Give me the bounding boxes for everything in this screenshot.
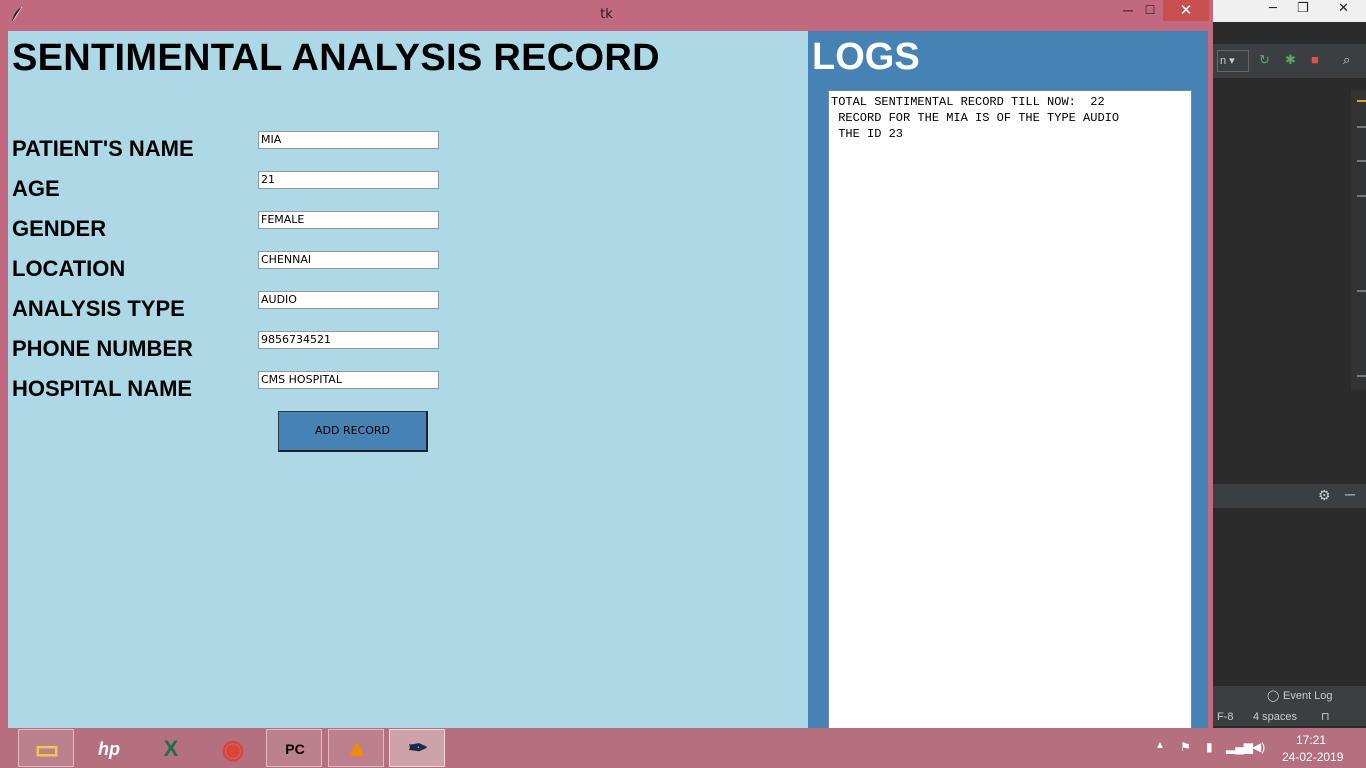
age-input[interactable]: 21 — [258, 171, 439, 189]
analysis-type-input[interactable]: AUDIO — [258, 291, 439, 309]
analysis-type-label: ANALYSIS TYPE — [12, 296, 185, 321]
add-record-button[interactable]: ADD RECORD — [278, 411, 428, 452]
ide-minimize-icon[interactable]: ─ — [1269, 1, 1277, 16]
clock-date[interactable]: 24-02-2019 — [1282, 750, 1343, 764]
logs-panel: LOGS TOTAL SENTIMENTAL RECORD TILL NOW: … — [808, 31, 1208, 731]
vlc-icon: ▲ — [345, 735, 369, 762]
window-title: tk — [600, 7, 613, 22]
gender-input[interactable]: FEMALE — [258, 211, 439, 229]
ide-status-bar: ◯ Event Log F-8 4 spaces ⊓ — [1213, 686, 1366, 726]
gender-label: GENDER — [12, 216, 107, 241]
ide-tool-panel-header: ⚙ ─ — [1213, 484, 1366, 508]
taskbar-tk[interactable]: ✒ — [389, 729, 445, 767]
hospital-name-label: HOSPITAL NAME — [12, 376, 193, 401]
file-explorer-icon: ▭ — [34, 734, 60, 764]
taskbar-file-explorer[interactable]: ▭ — [18, 729, 74, 767]
pycharm-icon: PC — [285, 741, 305, 757]
warning-marker — [1357, 100, 1366, 102]
age-label: AGE — [12, 176, 60, 201]
search-icon[interactable]: ⌕ — [1343, 52, 1350, 68]
event-log-link[interactable]: Event Log — [1283, 690, 1333, 702]
window-titlebar[interactable]: tk ─ ☐ ✕ — [0, 0, 1213, 30]
log-line: THE ID 23 — [831, 127, 904, 141]
ide-titlebar: ─ ❐ ✕ — [1213, 0, 1366, 22]
location-input[interactable]: CHENNAI — [258, 251, 439, 269]
battery-icon[interactable]: ▮ — [1206, 740, 1213, 754]
editor-scroll-gutter[interactable] — [1351, 90, 1366, 390]
run-config-label: n — [1220, 55, 1227, 67]
phone-number-input[interactable]: 9856734521 — [258, 331, 439, 349]
volume-icon[interactable]: ◀) — [1252, 740, 1265, 754]
taskbar-excel[interactable]: X — [142, 729, 198, 767]
phone-number-label: PHONE NUMBER — [12, 336, 193, 361]
encoding-label[interactable]: F-8 — [1217, 711, 1234, 723]
network-icon[interactable]: ▂▄▆ — [1226, 740, 1253, 754]
patient-name-label: PATIENT'S NAME — [12, 136, 194, 161]
record-form-panel: SENTIMENTAL ANALYSIS RECORD PATIENT'S NA… — [8, 31, 808, 731]
gutter-marker — [1357, 160, 1366, 162]
log-line: RECORD FOR THE MIA IS OF THE TYPE AUDIO — [831, 111, 1120, 125]
debug-icon[interactable]: ✱ — [1285, 52, 1296, 68]
rerun-icon[interactable]: ↻ — [1259, 52, 1270, 68]
hp-icon: hp — [98, 739, 120, 759]
hide-panel-icon[interactable]: ─ — [1345, 486, 1355, 502]
taskbar: ▭ hp X ◉ PC ▲ ✒ ▲ ⚑ ▮ ▂▄▆ ◀) 17:21 24-02… — [0, 728, 1366, 768]
tk-window: tk ─ ☐ ✕ SENTIMENTAL ANALYSIS RECORD PAT… — [0, 0, 1213, 731]
event-log-icon: ◯ — [1267, 690, 1280, 702]
taskbar-chrome[interactable]: ◉ — [204, 729, 260, 767]
clock-time[interactable]: 17:21 — [1296, 733, 1326, 747]
excel-icon: X — [163, 736, 179, 761]
run-config-combo[interactable]: n ▾ — [1217, 50, 1249, 72]
hospital-name-input[interactable]: CMS HOSPITAL — [258, 371, 439, 389]
show-hidden-icons-icon[interactable]: ▲ — [1155, 740, 1165, 751]
indent-label[interactable]: 4 spaces — [1253, 711, 1297, 723]
logs-title: LOGS — [812, 36, 920, 78]
page-title: SENTIMENTAL ANALYSIS RECORD — [12, 37, 660, 79]
tk-feather-icon: ✒ — [407, 735, 429, 762]
taskbar-hp[interactable]: hp — [80, 729, 136, 767]
logs-textbox[interactable]: TOTAL SENTIMENTAL RECORD TILL NOW: 22 RE… — [828, 90, 1192, 731]
gutter-marker — [1357, 375, 1366, 377]
gutter-marker — [1357, 290, 1366, 292]
stop-icon[interactable]: ■ — [1311, 52, 1319, 67]
gutter-marker — [1357, 126, 1366, 128]
taskbar-vlc[interactable]: ▲ — [328, 729, 384, 767]
log-line: TOTAL SENTIMENTAL RECORD TILL NOW: 22 — [831, 95, 1105, 109]
ide-restore-icon[interactable]: ❐ — [1297, 1, 1309, 16]
ide-close-icon[interactable]: ✕ — [1338, 1, 1349, 16]
maximize-button[interactable]: ☐ — [1137, 0, 1163, 20]
location-label: LOCATION — [12, 256, 126, 281]
background-ide-window: ─ ❐ ✕ n ▾ ↻ ✱ ■ ⌕ ⚙ ─ ◯ Event Log F-8 4 … — [1213, 0, 1366, 768]
flag-icon[interactable]: ⚑ — [1180, 740, 1191, 754]
gutter-marker — [1357, 195, 1366, 197]
close-button[interactable]: ✕ — [1163, 0, 1209, 21]
chrome-icon: ◉ — [221, 734, 245, 764]
gear-icon[interactable]: ⚙ — [1318, 487, 1331, 504]
ide-toolbar: n ▾ ↻ ✱ ■ ⌕ — [1213, 44, 1366, 78]
patient-name-input[interactable]: MIA — [258, 131, 439, 149]
lock-icon[interactable]: ⊓ — [1321, 710, 1330, 723]
taskbar-pycharm[interactable]: PC — [266, 729, 322, 767]
